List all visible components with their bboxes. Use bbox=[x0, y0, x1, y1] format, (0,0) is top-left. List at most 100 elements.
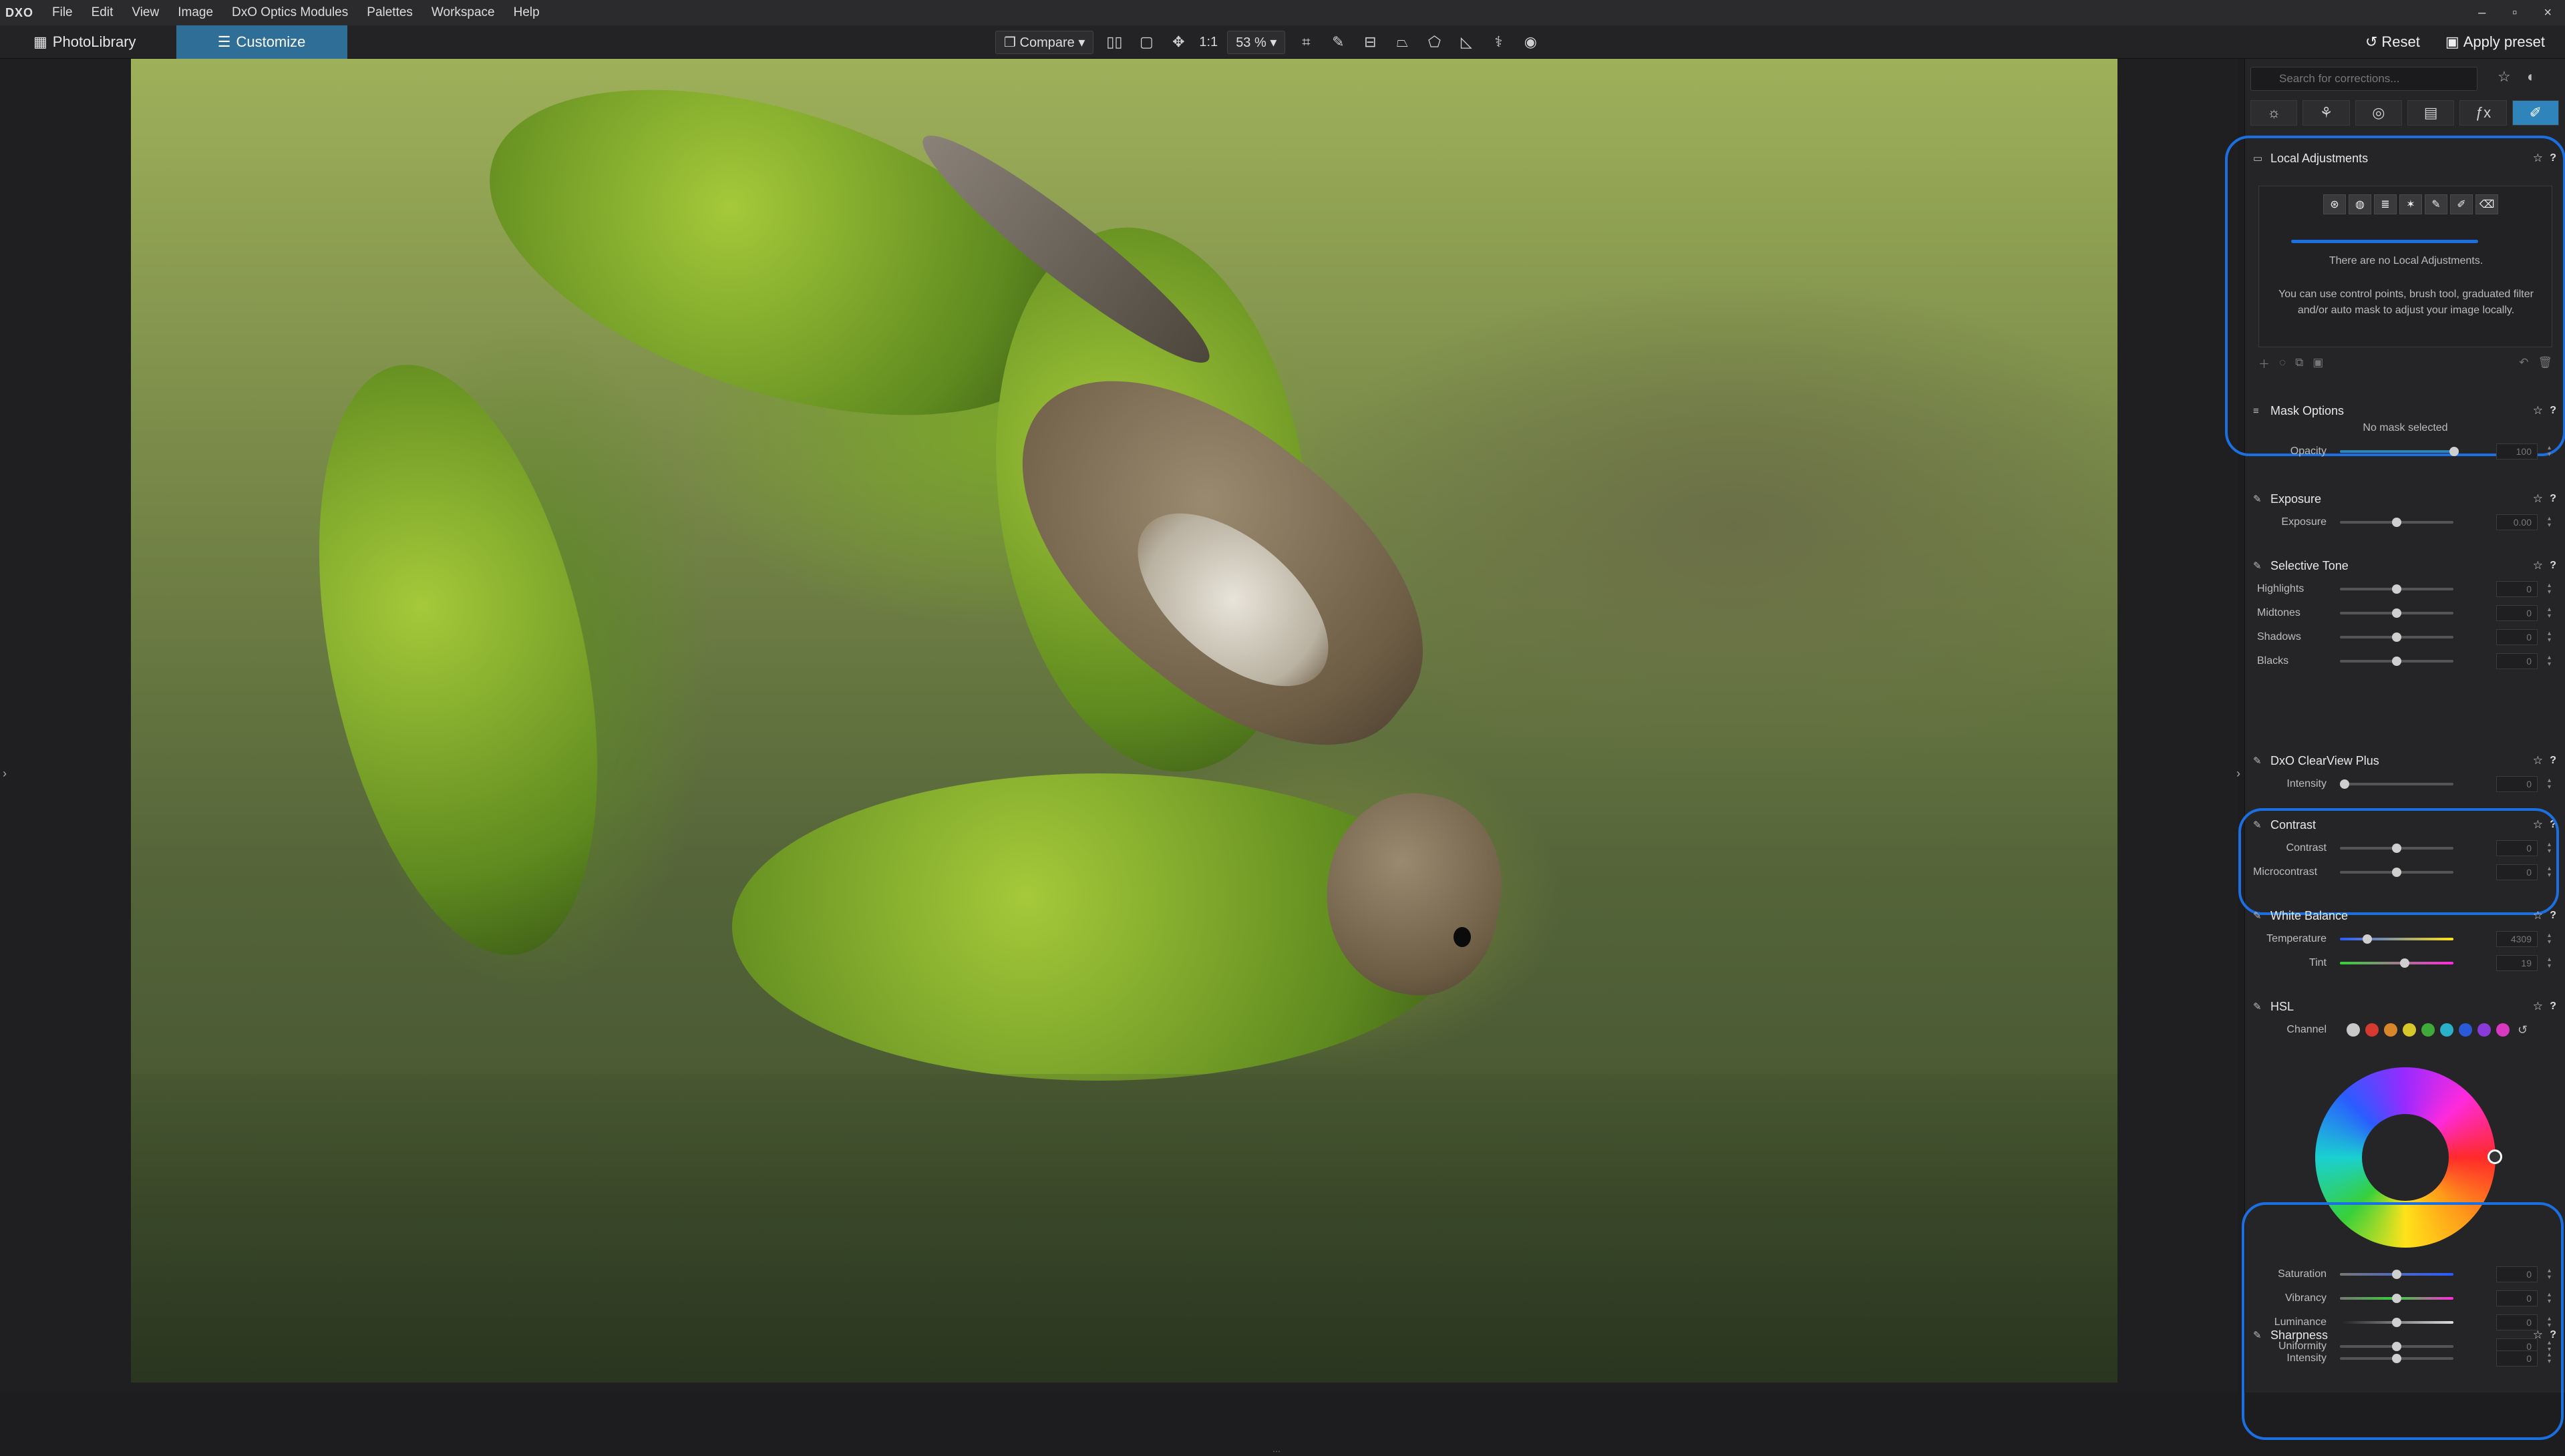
star-icon[interactable]: ☆ bbox=[2533, 818, 2543, 832]
temperature-slider[interactable] bbox=[2340, 934, 2453, 944]
shadows-value[interactable]: 0 bbox=[2496, 629, 2538, 645]
highlights-knob[interactable] bbox=[2392, 584, 2401, 594]
clearview-slider[interactable] bbox=[2340, 779, 2453, 789]
eye-icon[interactable]: ◉ bbox=[1519, 31, 1542, 53]
spinner-icon[interactable]: ▴ ▾ bbox=[2548, 777, 2551, 791]
channel-magenta[interactable] bbox=[2496, 1023, 2510, 1037]
spinner-icon[interactable]: ▴ ▾ bbox=[2548, 630, 2551, 644]
temperature-knob[interactable] bbox=[2363, 934, 2372, 944]
duplicate-icon[interactable]: ⧉ bbox=[2295, 356, 2303, 369]
microcontrast-knob[interactable] bbox=[2392, 868, 2401, 877]
exposure-knob[interactable] bbox=[2392, 518, 2401, 527]
contrast-slider[interactable] bbox=[2340, 844, 2453, 853]
spinner-icon[interactable]: ▴ ▾ bbox=[2548, 445, 2551, 458]
spinner-icon[interactable]: ▴ ▾ bbox=[2548, 1268, 2551, 1281]
menu-image[interactable]: Image bbox=[168, 5, 222, 20]
crop-icon[interactable]: ⌗ bbox=[1295, 31, 1317, 53]
graduated-filter-icon[interactable]: ≣ bbox=[2374, 194, 2397, 214]
brush-icon[interactable]: ✎ bbox=[2425, 194, 2447, 214]
tint-value[interactable]: 19 bbox=[2496, 955, 2538, 971]
auto-mask-icon[interactable]: ✶ bbox=[2399, 194, 2422, 214]
highlights-value[interactable]: 0 bbox=[2496, 581, 2538, 597]
control-line-icon[interactable]: ◍ bbox=[2349, 194, 2371, 214]
visibility-icon[interactable]: ◌ bbox=[2279, 356, 2286, 369]
hsl-header[interactable]: ✎ HSL ☆ ? bbox=[2253, 995, 2558, 1018]
star-icon[interactable]: ☆ bbox=[2533, 1328, 2543, 1342]
menu-view[interactable]: View bbox=[122, 5, 168, 20]
saturation-slider[interactable] bbox=[2340, 1270, 2453, 1279]
saturation-knob[interactable] bbox=[2392, 1270, 2401, 1279]
vibrancy-value[interactable]: 0 bbox=[2496, 1290, 2538, 1306]
channel-purple[interactable] bbox=[2477, 1023, 2491, 1037]
close-button[interactable]: × bbox=[2544, 5, 2552, 21]
star-icon[interactable]: ☆ bbox=[2533, 404, 2543, 417]
undo-icon[interactable]: ↶ bbox=[2519, 356, 2528, 369]
palette-toggle-icon[interactable]: ▭ bbox=[2253, 152, 2270, 164]
tab-geometry-icon[interactable]: ▤ bbox=[2407, 100, 2455, 126]
menu-help[interactable]: Help bbox=[504, 5, 549, 20]
star-icon[interactable]: ☆ bbox=[2533, 559, 2543, 572]
star-icon[interactable]: ☆ bbox=[2533, 754, 2543, 767]
midtones-value[interactable]: 0 bbox=[2496, 605, 2538, 621]
tab-effects-icon[interactable]: ƒx bbox=[2459, 100, 2507, 126]
left-panel-toggle-icon[interactable]: › bbox=[3, 767, 7, 781]
tab-light-icon[interactable]: ☼ bbox=[2250, 100, 2298, 126]
image-viewer[interactable]: › › ⋯ bbox=[0, 59, 2240, 1456]
red-eye-icon[interactable]: ◺ bbox=[1455, 31, 1478, 53]
opacity-value[interactable]: 100 bbox=[2496, 443, 2538, 460]
temperature-value[interactable]: 4309 bbox=[2496, 931, 2538, 947]
spinner-icon[interactable]: ▴ ▾ bbox=[2548, 655, 2551, 668]
help-icon[interactable]: ? bbox=[2550, 405, 2556, 417]
menu-workspace[interactable]: Workspace bbox=[422, 5, 504, 20]
local-adjustments-header[interactable]: ▭ Local Adjustments ☆ ? bbox=[2253, 147, 2558, 170]
shadows-slider[interactable] bbox=[2340, 632, 2453, 642]
spinner-icon[interactable]: ▴ ▾ bbox=[2548, 842, 2551, 855]
highlights-slider[interactable] bbox=[2340, 584, 2453, 594]
channel-all[interactable] bbox=[2347, 1023, 2360, 1037]
control-point-icon[interactable]: ⊛ bbox=[2323, 194, 2346, 214]
help-icon[interactable]: ? bbox=[2550, 493, 2556, 505]
menu-edit[interactable]: Edit bbox=[82, 5, 123, 20]
zoom-1-1-button[interactable]: 1:1 bbox=[1199, 35, 1218, 50]
selective-tone-header[interactable]: ✎ Selective Tone ☆ ? bbox=[2253, 554, 2558, 577]
microcontrast-value[interactable]: 0 bbox=[2496, 864, 2538, 880]
help-icon[interactable]: ? bbox=[2550, 560, 2556, 572]
visibility-toggle-icon[interactable]: ◐ bbox=[2527, 68, 2536, 85]
reset-button[interactable]: ↺ Reset bbox=[2359, 31, 2427, 53]
volume-deformation-icon[interactable]: ⬠ bbox=[1423, 31, 1445, 53]
eraser-icon[interactable]: ⌫ bbox=[2475, 194, 2498, 214]
contrast-value[interactable]: 0 bbox=[2496, 840, 2538, 856]
perspective-icon[interactable]: ⏢ bbox=[1391, 31, 1413, 53]
spinner-icon[interactable]: ▴ ▾ bbox=[2548, 516, 2551, 529]
fit-to-screen-icon[interactable]: ▢ bbox=[1135, 31, 1158, 53]
compare-button[interactable]: ❐ Compare ▾ bbox=[995, 30, 1094, 54]
mask-icon[interactable]: ▣ bbox=[2313, 356, 2323, 369]
blacks-value[interactable]: 0 bbox=[2496, 653, 2538, 669]
tab-photolibrary[interactable]: ▦ PhotoLibrary bbox=[17, 25, 152, 59]
tint-knob[interactable] bbox=[2400, 958, 2409, 968]
spinner-icon[interactable]: ▴ ▾ bbox=[2548, 1352, 2551, 1365]
corrections-search-input[interactable]: Search for corrections... bbox=[2250, 67, 2477, 91]
move-icon[interactable]: ✥ bbox=[1167, 31, 1190, 53]
hue-wheel[interactable] bbox=[2315, 1067, 2502, 1248]
opacity-slider[interactable] bbox=[2340, 447, 2459, 456]
star-icon[interactable]: ☆ bbox=[2533, 152, 2543, 165]
clearview-value[interactable]: 0 bbox=[2496, 776, 2538, 792]
help-icon[interactable]: ? bbox=[2550, 1329, 2556, 1341]
channel-yellow[interactable] bbox=[2403, 1023, 2416, 1037]
spinner-icon[interactable]: ▴ ▾ bbox=[2548, 582, 2551, 596]
repair-icon[interactable]: ⚕ bbox=[1487, 31, 1510, 53]
add-icon[interactable]: ＋ bbox=[2258, 355, 2270, 371]
tab-customize[interactable]: ☰ Customize bbox=[176, 25, 347, 59]
menu-file[interactable]: File bbox=[43, 5, 82, 20]
pen-icon[interactable]: ✐ bbox=[2450, 194, 2473, 214]
menu-optics-modules[interactable]: DxO Optics Modules bbox=[222, 5, 357, 20]
tab-detail-icon[interactable]: ◎ bbox=[2355, 100, 2402, 126]
spinner-icon[interactable]: ▴ ▾ bbox=[2548, 932, 2551, 946]
star-icon[interactable]: ☆ bbox=[2533, 909, 2543, 922]
photo[interactable] bbox=[131, 59, 2117, 1383]
apply-preset-button[interactable]: ▣ Apply preset bbox=[2439, 31, 2552, 53]
reset-channel-icon[interactable]: ↺ bbox=[2518, 1023, 2528, 1037]
vibrancy-knob[interactable] bbox=[2392, 1294, 2401, 1303]
exposure-value[interactable]: 0.00 bbox=[2496, 514, 2538, 530]
